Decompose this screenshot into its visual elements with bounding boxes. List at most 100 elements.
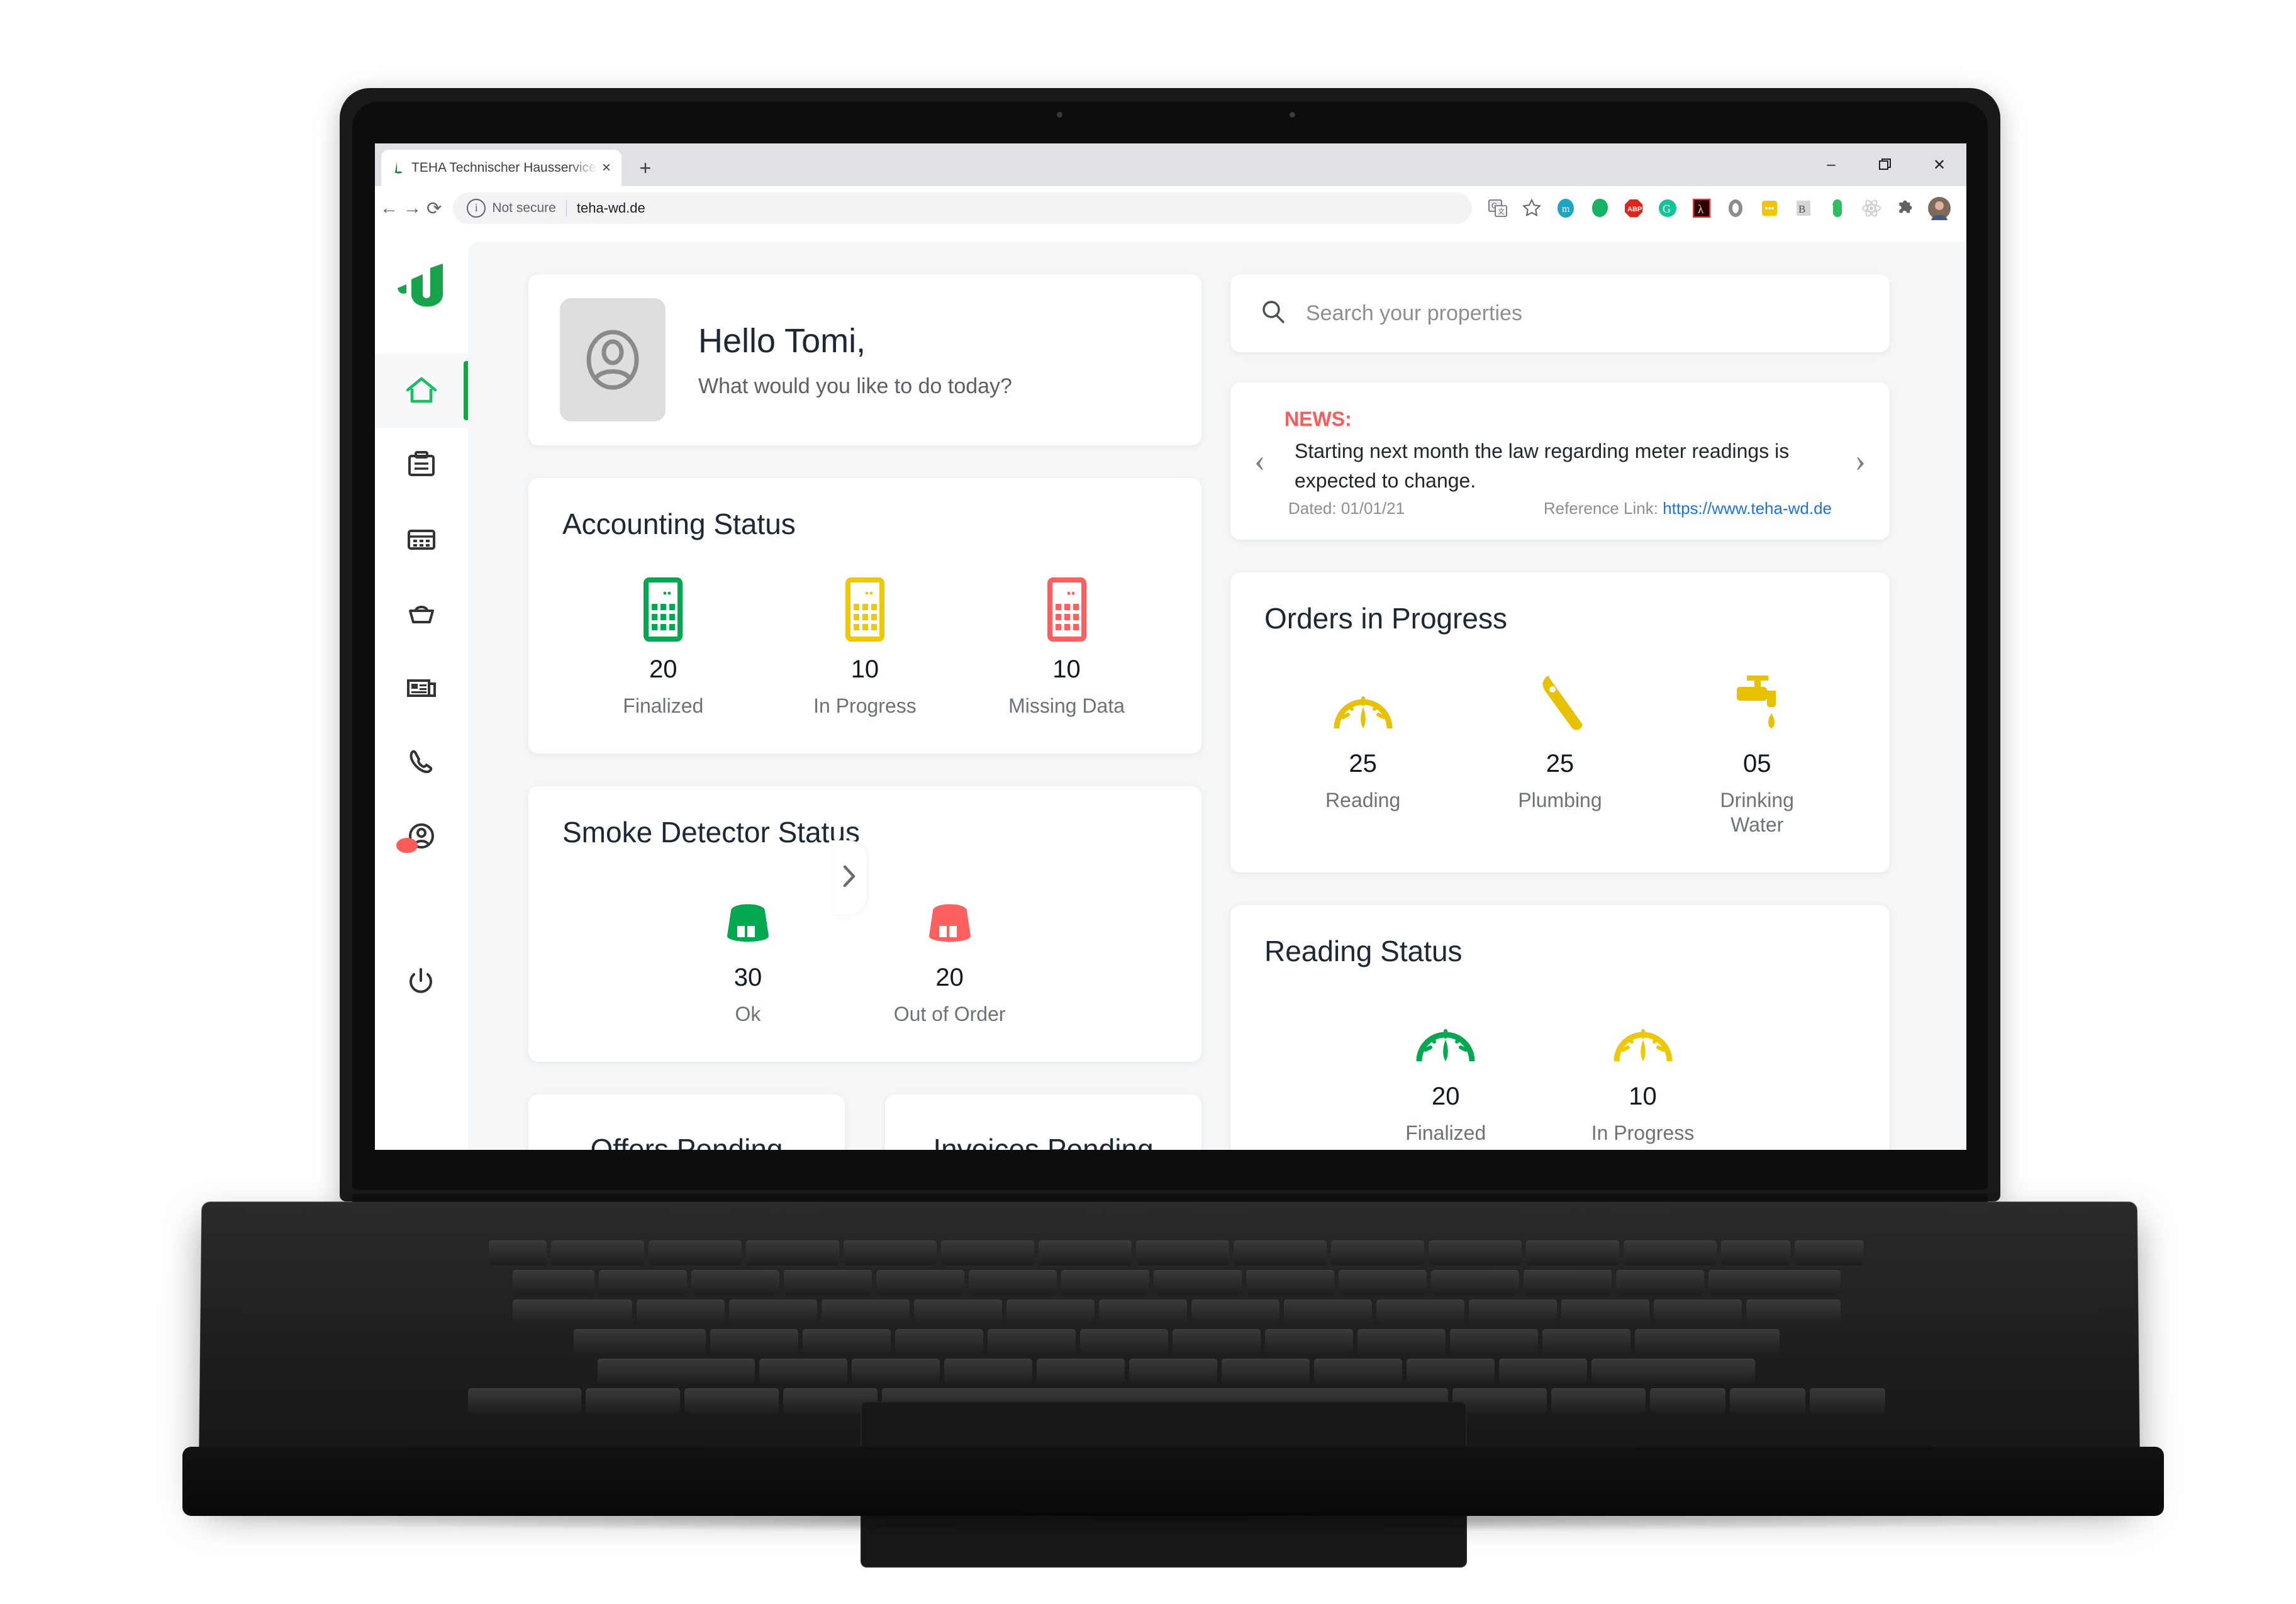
chevron-left-icon[interactable]: ‹ [1254,445,1265,477]
stat-item-in-progress[interactable]: 10 In Progress [1544,1001,1741,1145]
stat-row: 20 Finalized [1264,1001,1856,1145]
keyboard-row [264,1240,2088,1266]
stat-value: 20 [649,655,677,683]
web-application: Hello Tomi, What would you like to do to… [375,230,1966,1150]
chrome-menu-icon[interactable] [1959,194,1966,222]
url-text: teha-wd.de [576,200,645,216]
sensor-icon [1290,112,1295,118]
evernote-icon[interactable] [1824,194,1851,222]
news-body: Starting next month the law regarding me… [1295,440,1790,492]
stat-item-reading[interactable]: 25 Reading [1264,668,1461,837]
back-button[interactable]: ← [380,191,398,225]
stat-item-ok[interactable]: 30 Ok [647,882,849,1027]
stat-label: Plumbing [1518,789,1602,811]
card-title: Smoke Detector Status [562,816,860,849]
stat-item-in-progress[interactable]: 10 In Progress [764,574,966,718]
mendeley-icon[interactable]: m [1552,194,1580,222]
dashboard-left-column: Hello Tomi, What would you like to do to… [528,274,1201,1150]
svg-text:λ: λ [1698,203,1704,216]
stat-value: 25 [1349,750,1377,777]
news-label: NEWS: [1285,408,1352,430]
react-devtools-icon[interactable] [1858,194,1885,222]
stat-item-drinking-water[interactable]: 05 Drinking Water [1659,668,1856,837]
clipboard-icon [404,447,439,482]
stat-item-finalized[interactable]: 20 Finalized [1347,1001,1544,1145]
stat-value: 20 [935,964,964,992]
browser-toolbar: ← → ⟳ i Not secure teha-wd.de G 文 m ABP … [375,186,1966,231]
calculator-icon [966,574,1168,642]
grammarly-leaf-icon[interactable] [1586,194,1613,222]
search-input[interactable]: Search your properties [1306,301,1522,326]
close-icon[interactable]: × [599,160,614,175]
stat-label: In Progress [1591,1122,1695,1145]
bookmark-star-icon[interactable] [1518,194,1546,222]
notification-badge [396,838,418,853]
stat-label: Finalized [623,694,704,717]
calculator-icon [764,574,966,642]
tab-title: TEHA Technischer Hausservice Gm [411,160,599,175]
extensions-puzzle-icon[interactable] [1892,194,1919,222]
stat-item-out-of-order[interactable]: 20 Out of Order [849,882,1050,1027]
stat-item-finalized[interactable]: 20 Finalized [562,574,764,718]
adblock-plus-icon[interactable]: ABP [1620,194,1647,222]
browser-tab[interactable]: TEHA Technischer Hausservice Gm × [381,150,621,186]
address-bar[interactable]: i Not secure teha-wd.de [453,192,1473,224]
grammarly-icon[interactable]: G [1654,194,1681,222]
offers-pending-card[interactable]: Offers Pending [528,1094,845,1150]
stat-item-missing-data[interactable]: 10 Missing Data [966,574,1168,718]
svg-text:B: B [1798,203,1805,215]
pocket-icon[interactable] [1756,194,1783,222]
close-window-icon[interactable]: ✕ [1912,143,1966,186]
basket-icon [404,596,439,631]
minimize-icon[interactable]: – [1804,143,1858,186]
onetab-icon[interactable] [1722,194,1749,222]
stat-label: Finalized [1405,1122,1486,1145]
greeting-card: Hello Tomi, What would you like to do to… [528,274,1201,445]
stat-item-plumbing[interactable]: 25 Plumbing [1461,668,1658,837]
restore-icon[interactable] [1858,143,1912,186]
sidebar-item-accounting[interactable] [375,502,468,576]
dashboard-right-column: Search your properties ‹ NEWS: Starting … [1230,274,1890,1150]
keyboard-row [264,1359,2088,1384]
reading-status-card: Reading Status 20 Finalized 10 In Progre… [1230,905,1890,1150]
newspaper-icon [404,670,439,705]
tab-favicon-icon [389,160,405,176]
reference-label: Reference Link: [1543,499,1658,518]
webcam-icon [1057,112,1062,118]
greeting-subtitle: What would you like to do today? [698,374,1012,398]
device-shadow [208,1507,2132,1532]
new-tab-button[interactable]: + [634,157,657,180]
chevron-right-icon [840,862,859,894]
invoices-pending-card[interactable]: Invoices Pending [885,1094,1201,1150]
sidebar-collapse-toggle[interactable] [832,840,867,915]
news-reference: Reference Link: https://www.teha-wd.de [1544,499,1832,518]
profile-avatar-icon[interactable] [1925,194,1953,222]
bitwarden-icon[interactable]: B [1790,194,1817,222]
stat-value: 10 [1052,655,1081,683]
reference-link[interactable]: https://www.teha-wd.de [1663,499,1832,518]
forward-button[interactable]: → [403,191,421,225]
sidebar-item-news[interactable] [375,650,468,725]
sidebar-item-logout[interactable] [375,947,468,1016]
sidebar-item-properties[interactable] [375,576,468,650]
adobe-acrobat-icon[interactable]: λ [1688,194,1715,222]
stat-label: Missing Data [1008,694,1125,717]
sidebar-item-profile[interactable] [375,799,468,873]
teha-logo[interactable] [389,262,454,320]
sidebar-item-contact[interactable] [375,725,468,799]
info-icon[interactable]: i [467,199,486,218]
greeting-text-block: Hello Tomi, What would you like to do to… [698,321,1012,399]
calculator-icon [404,521,439,557]
smoke-detector-icon [849,882,1050,950]
svg-text:m: m [1562,204,1570,214]
window-controls: – ✕ [1804,143,1966,186]
pending-cards-row: Offers Pending Invoices Pending [528,1094,1201,1150]
sidebar-item-orders[interactable] [375,428,468,502]
chevron-right-icon[interactable]: › [1855,445,1866,477]
translate-icon[interactable]: G 文 [1484,194,1512,222]
reload-button[interactable]: ⟳ [426,191,442,225]
sidebar-item-home[interactable] [375,354,468,428]
power-icon [404,964,439,1000]
search-bar[interactable]: Search your properties [1230,274,1890,352]
stat-value: 10 [1629,1083,1657,1111]
